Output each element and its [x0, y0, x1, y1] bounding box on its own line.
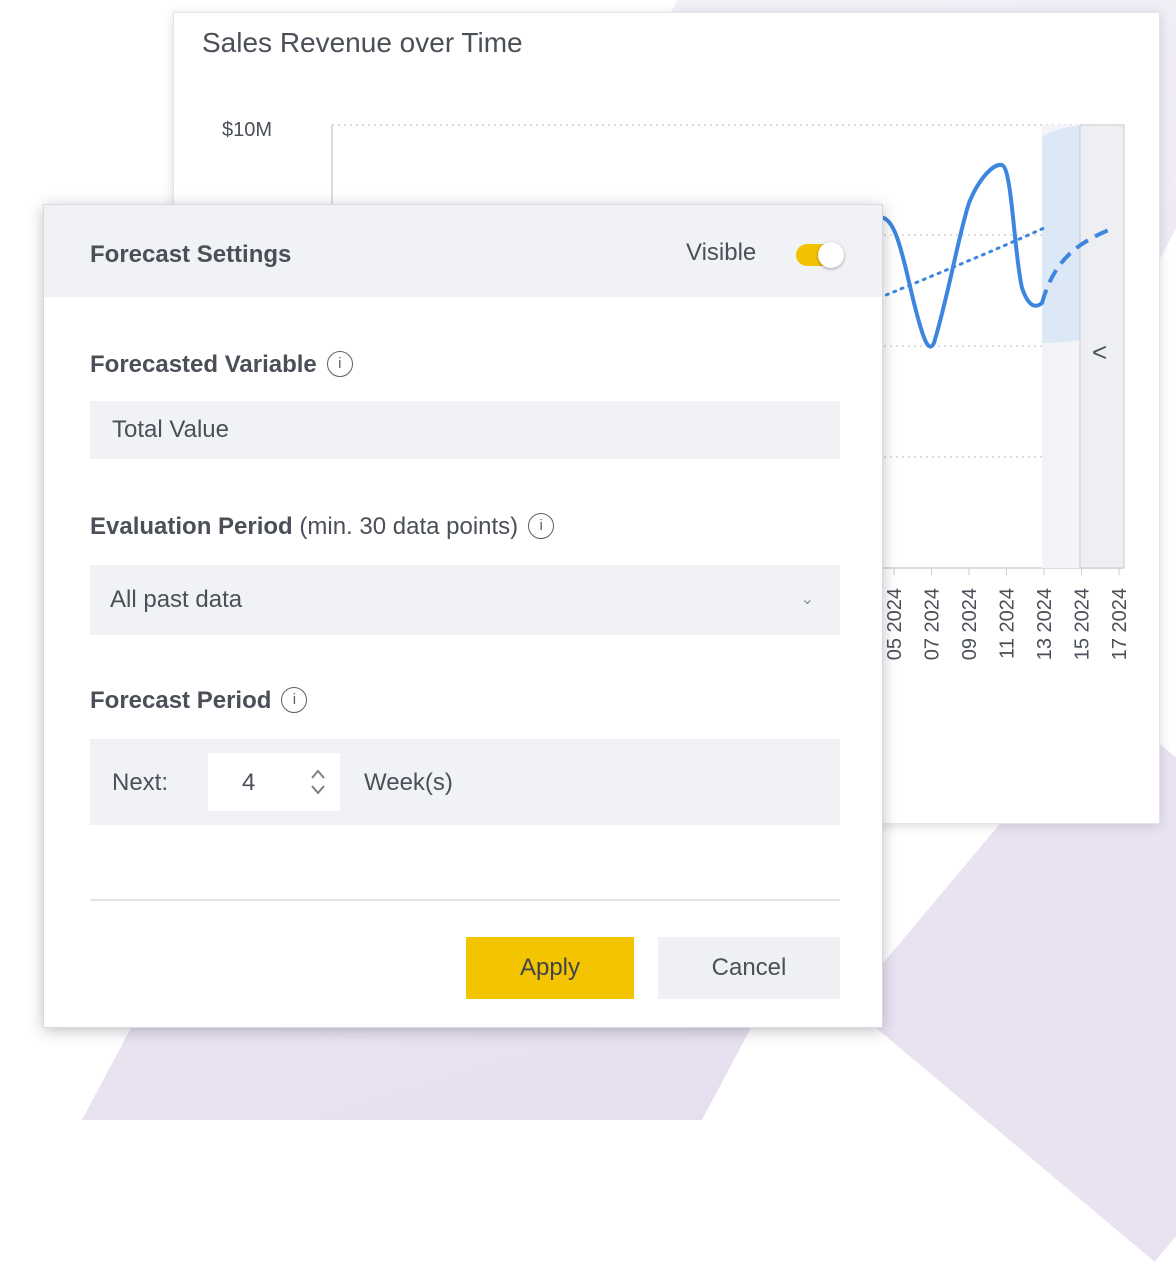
- evaluation-period-selected: All past data: [110, 586, 243, 613]
- evaluation-period-label: Evaluation Period (min. 30 data points) i: [90, 512, 555, 541]
- forecasted-variable-label: Forecasted Variable i: [90, 350, 353, 379]
- panel-title: Forecast Settings: [90, 241, 292, 268]
- evaluation-period-label-text: Evaluation Period: [90, 513, 293, 540]
- x-tick-label: 11 2024: [997, 588, 1019, 659]
- stepper-value: 4: [242, 769, 256, 796]
- x-tick-label: 05 2024: [884, 588, 906, 660]
- forecast-period-row: Next: 4 Week(s): [90, 739, 840, 825]
- forecast-settings-panel: Forecast Settings Visible Forecasted Var…: [43, 204, 883, 1028]
- x-tick-label: 09 2024: [959, 588, 981, 660]
- x-tick-label: 13 2024: [1034, 588, 1056, 660]
- apply-button[interactable]: Apply: [466, 937, 634, 999]
- forecasted-variable-label-text: Forecasted Variable: [90, 351, 317, 378]
- forecast-period-unit: Week(s): [364, 769, 453, 796]
- evaluation-period-hint: (min. 30 data points): [299, 513, 519, 540]
- forecast-period-label: Forecast Period i: [90, 686, 308, 715]
- chevron-left-icon[interactable]: <: [1092, 337, 1107, 367]
- info-icon[interactable]: i: [281, 686, 308, 713]
- forecast-period-label-text: Forecast Period: [90, 687, 272, 714]
- cancel-button[interactable]: Cancel: [658, 937, 840, 999]
- x-tick-label: 15 2024: [1072, 588, 1094, 660]
- chevron-down-icon: ⌄: [800, 591, 814, 608]
- evaluation-period-select[interactable]: All past data ⌄: [90, 565, 840, 635]
- sales-series-line: [877, 162, 1044, 349]
- forecast-period-stepper[interactable]: 4: [208, 753, 340, 811]
- x-tick-label: 07 2024: [922, 588, 944, 660]
- next-label: Next:: [112, 769, 169, 796]
- visible-label: Visible: [686, 239, 757, 266]
- forecasted-variable-field[interactable]: Total Value: [90, 401, 840, 459]
- visible-toggle[interactable]: [796, 242, 844, 268]
- info-icon[interactable]: i: [528, 512, 555, 539]
- info-icon[interactable]: i: [326, 350, 353, 377]
- stepper-arrows-icon[interactable]: [308, 765, 328, 799]
- panel-header: Forecast Settings Visible: [44, 205, 882, 297]
- x-tick-labels: 05 2024 07 2024 09 2024 11 2024 13 2024 15 20…: [884, 568, 1131, 660]
- x-tick-label: 17 2024: [1109, 588, 1131, 660]
- toggle-knob: [818, 242, 844, 268]
- footer-divider: [90, 899, 840, 901]
- y-axis-label: $10M: [222, 119, 272, 141]
